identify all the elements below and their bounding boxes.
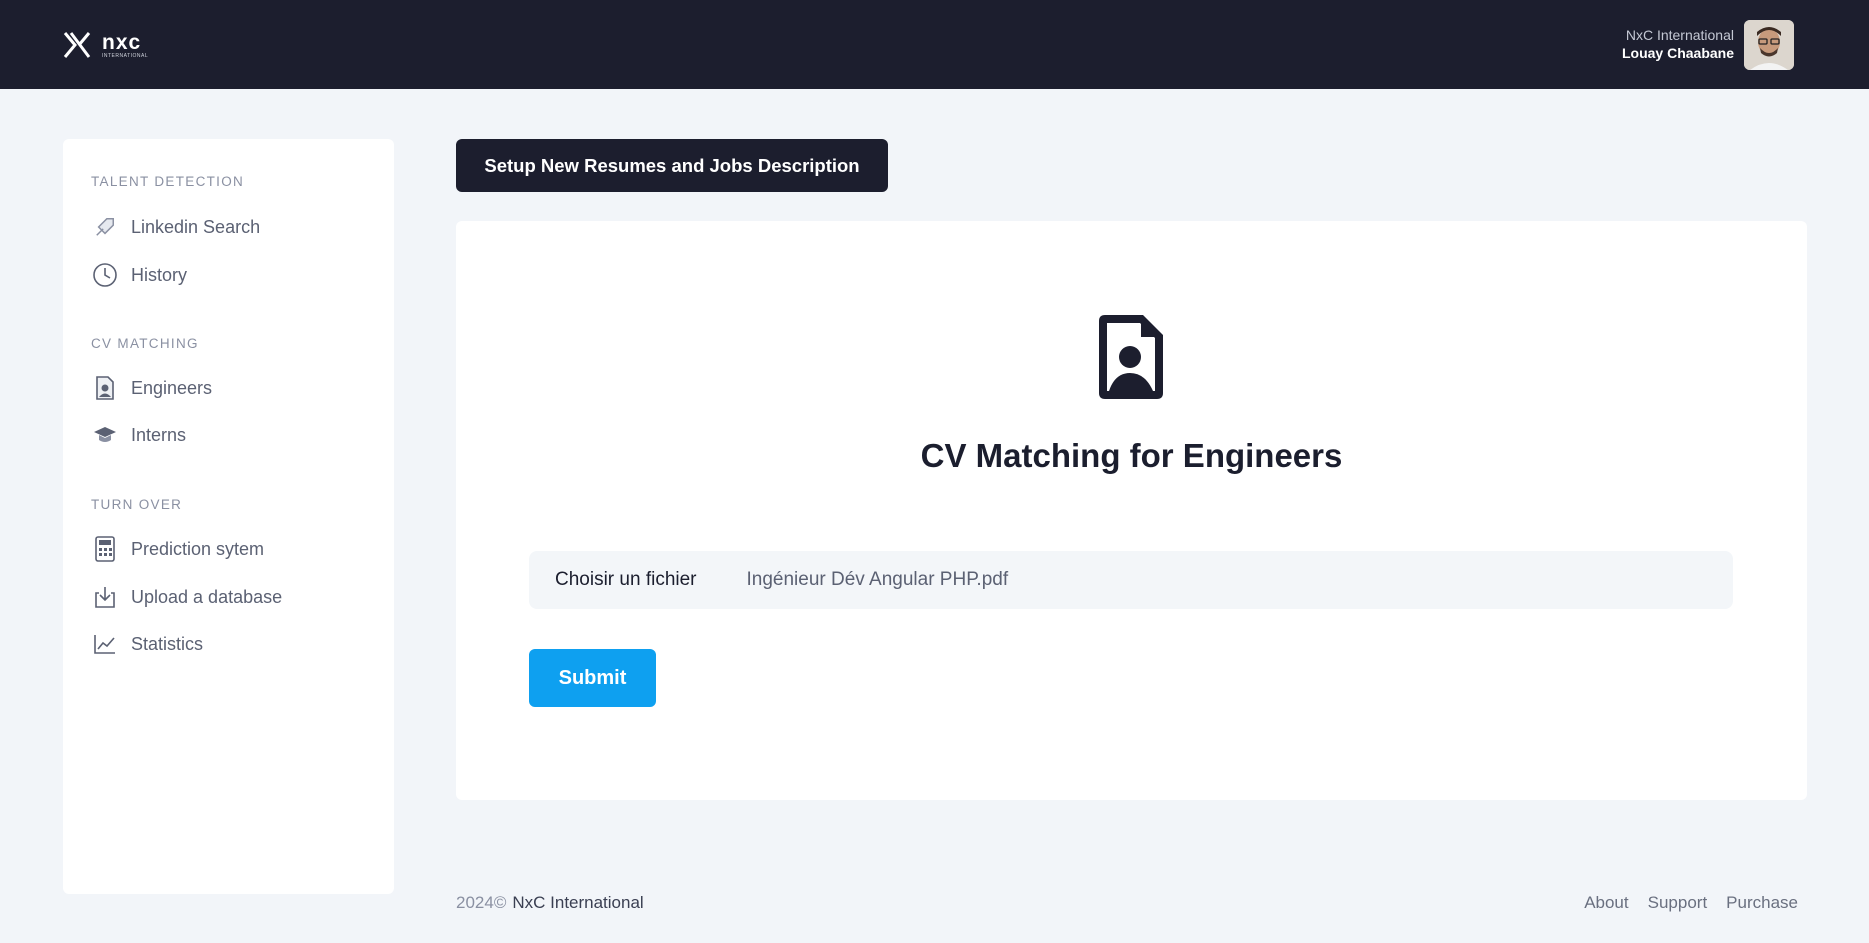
- logo-mark-icon: [62, 30, 92, 60]
- calculator-icon: [91, 535, 119, 563]
- footer-link-about[interactable]: About: [1584, 893, 1628, 913]
- sidebar-item-engineers[interactable]: Engineers: [91, 372, 212, 404]
- logo-word: nxc: [102, 30, 142, 54]
- sidebar-item-statistics[interactable]: Statistics: [91, 628, 203, 660]
- avatar[interactable]: [1744, 20, 1794, 70]
- selected-file-name: Ingénieur Dév Angular PHP.pdf: [746, 569, 1009, 590]
- sidebar-item-label: History: [131, 264, 188, 285]
- download-icon: [91, 583, 119, 611]
- user-file-icon: [1097, 313, 1165, 401]
- section-title-cv-matching: CV MATCHING: [91, 336, 199, 351]
- nxc-logo[interactable]: nxc INTERNATIONAL: [62, 30, 148, 60]
- user-info[interactable]: NxC International Louay Chaabane: [1622, 26, 1734, 62]
- footer-links: About Support Purchase: [1584, 893, 1798, 913]
- sidebar: TALENT DETECTION Linkedin Search History…: [63, 139, 394, 894]
- rocket-icon: [91, 213, 119, 241]
- logo-wordmark: nxc INTERNATIONAL: [102, 32, 148, 59]
- footer-org: NxC International: [512, 893, 644, 912]
- user-name: Louay Chaabane: [1621, 45, 1734, 61]
- setup-resumes-jobs-button[interactable]: Setup New Resumes and Jobs Description: [456, 139, 888, 192]
- sidebar-item-label: Upload a database: [131, 586, 283, 607]
- sidebar-item-linkedin-search[interactable]: Linkedin Search: [91, 211, 260, 243]
- section-title-turn-over: TURN OVER: [91, 497, 183, 512]
- footer-link-purchase[interactable]: Purchase: [1726, 893, 1798, 913]
- footer-year: 2024©: [456, 893, 507, 912]
- logo-sub: INTERNATIONAL: [102, 52, 149, 59]
- top-header: nxc INTERNATIONAL NxC International Loua…: [0, 0, 1869, 89]
- sidebar-item-upload-database[interactable]: Upload a database: [91, 581, 282, 613]
- sidebar-item-prediction-system[interactable]: Prediction sytem: [91, 533, 264, 565]
- user-file-icon: [91, 374, 119, 402]
- chart-line-icon: [91, 630, 119, 658]
- graduation-cap-icon: [91, 421, 119, 449]
- sidebar-item-label: Linkedin Search: [131, 216, 261, 237]
- sidebar-item-label: Prediction sytem: [131, 538, 265, 559]
- sidebar-item-label: Engineers: [131, 377, 213, 398]
- file-input[interactable]: Choisir un fichier Ingénieur Dév Angular…: [529, 551, 1733, 609]
- section-title-talent-detection: TALENT DETECTION: [91, 174, 245, 189]
- footer-copyright: 2024© NxC International: [456, 893, 644, 913]
- sidebar-item-label: Statistics: [131, 633, 204, 654]
- sidebar-item-history[interactable]: History: [91, 259, 187, 291]
- footer-link-support[interactable]: Support: [1648, 893, 1708, 913]
- sidebar-item-label: Interns: [131, 424, 187, 445]
- submit-button[interactable]: Submit: [529, 649, 656, 707]
- choose-file-button[interactable]: Choisir un fichier: [555, 569, 697, 591]
- cv-matching-card: CV Matching for Engineers Choisir un fic…: [456, 221, 1807, 800]
- page-title: CV Matching for Engineers: [920, 437, 1343, 474]
- sidebar-item-interns[interactable]: Interns: [91, 419, 186, 451]
- clock-icon: [91, 261, 119, 289]
- user-org: NxC International: [1625, 27, 1734, 43]
